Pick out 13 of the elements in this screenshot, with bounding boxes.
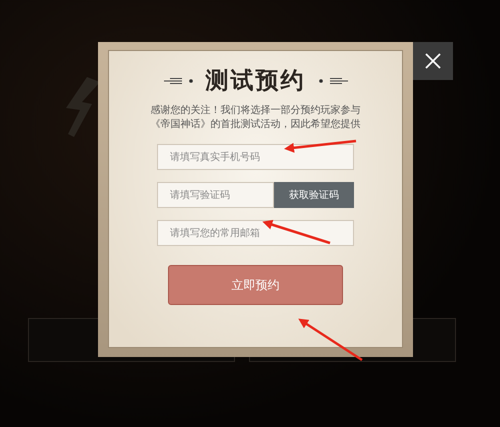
intro-text: 感谢您的关注！我们将选择一部分预约玩家参与: [150, 105, 360, 117]
close-button[interactable]: [413, 42, 453, 80]
dialog-title: 测试预约: [206, 66, 306, 96]
reserve-button[interactable]: 立即预约: [168, 265, 343, 305]
intro-text: 《帝国神话》的首批测试活动，因此希望您提供: [150, 119, 360, 131]
input-field[interactable]: 请填写真实手机号码: [157, 144, 354, 170]
get-code-button[interactable]: 获取验证码: [274, 182, 354, 208]
close-icon: [425, 53, 441, 69]
annotation-arrow: [262, 220, 330, 244]
code-field[interactable]: 请填写验证码: [157, 182, 274, 208]
annotation-arrow: [298, 318, 363, 362]
ornament-icon: [164, 76, 196, 86]
input-field[interactable]: 请填写您的常用邮箱: [157, 220, 354, 246]
